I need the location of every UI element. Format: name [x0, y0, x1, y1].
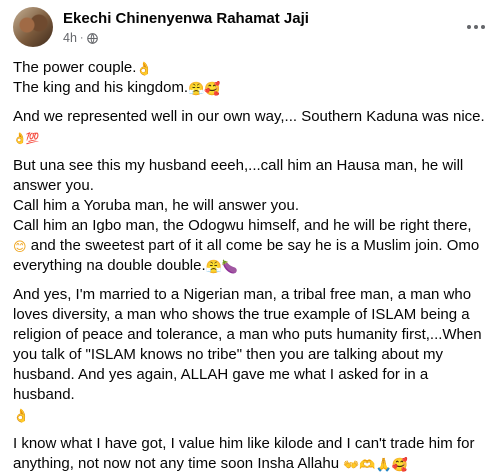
post-line: But una see this my husband eeeh,...call… — [13, 157, 464, 174]
post-line: The king and his kingdom.😤🥰 — [13, 79, 221, 96]
face-emoji: 😤🥰 — [188, 81, 221, 96]
post-line: you talk of "ISLAM knows no tribe" then … — [13, 346, 444, 363]
more-options-icon[interactable] — [464, 15, 488, 39]
ok-hand-emoji: 👌 — [136, 61, 153, 76]
smile-emoji: 😊 — [13, 239, 27, 254]
meta-separator: · — [79, 32, 84, 44]
face-eggplant-emoji: 😤🍆 — [205, 259, 239, 274]
post-line: Call him an Igbo man, the Odogwu himself… — [13, 217, 472, 234]
post-line: And we represented well in our own way,.… — [13, 108, 485, 125]
globe-icon — [86, 32, 98, 44]
post-line: anything, not now not any time soon Insh… — [13, 455, 408, 472]
post-line: husband. And yes again, ALLAH gave me wh… — [13, 366, 429, 403]
post-line: 👌💯 — [13, 127, 490, 147]
post-line: Call him a Yoruba man, he will answer yo… — [13, 197, 299, 214]
post-body: The power couple.👌 The king and his king… — [13, 58, 490, 474]
post-line: 👌 — [13, 405, 490, 425]
hands-emoji: 👐🫶🙏🥰 — [343, 457, 408, 472]
post-line: everything na double double.😤🍆 — [13, 257, 239, 274]
post-header: Ekechi Chinenyenwa Rahamat Jaji 4h · — [13, 7, 492, 51]
avatar[interactable] — [13, 7, 53, 47]
author-name[interactable]: Ekechi Chinenyenwa Rahamat Jaji — [63, 10, 309, 27]
post-line: 😊 and the sweetest part of it all come b… — [13, 237, 480, 254]
ok-hand-100-emoji: 👌💯 — [13, 133, 39, 145]
post-line: religion of peace and tolerance, a man w… — [13, 326, 482, 343]
ok-hand-emoji: 👌 — [13, 408, 30, 423]
post-line: loves diversity, a man who shows the tru… — [13, 306, 470, 323]
post-line: answer you. — [13, 177, 94, 194]
facebook-post: Ekechi Chinenyenwa Rahamat Jaji 4h · The… — [0, 0, 504, 472]
post-meta: 4h · — [63, 31, 98, 45]
post-line: And yes, I'm married to a Nigerian man, … — [13, 286, 472, 303]
post-time[interactable]: 4h — [63, 31, 77, 45]
post-line: I know what I have got, I value him like… — [13, 435, 475, 452]
post-line: The power couple.👌 — [13, 59, 153, 76]
